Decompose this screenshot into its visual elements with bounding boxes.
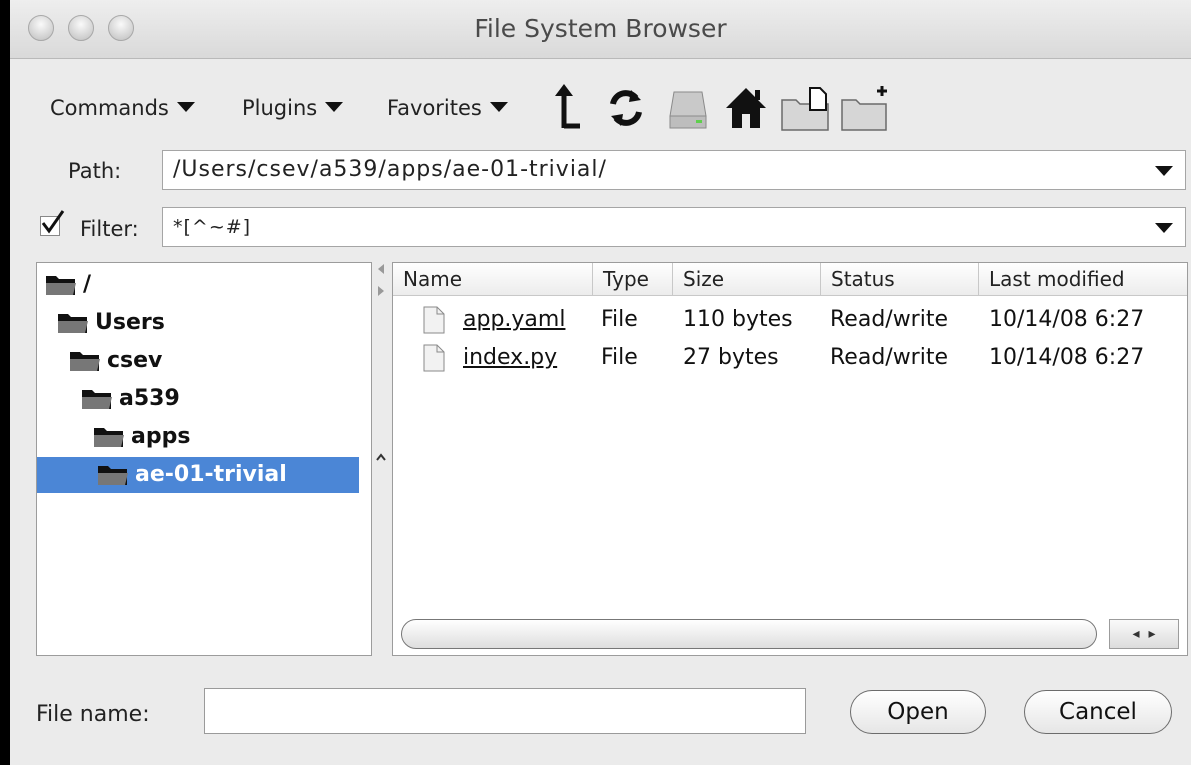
commands-menu[interactable]: Commands <box>50 96 195 120</box>
tree-item-label: Users <box>95 310 165 335</box>
table-row[interactable]: index.py File 27 bytes Read/write 10/14/… <box>393 339 1187 377</box>
file-size: 110 bytes <box>683 307 793 332</box>
file-name-label: File name: <box>36 702 150 727</box>
plugins-menu-label: Plugins <box>242 96 318 120</box>
file-table: Name Type Size Status Last modified app.… <box>392 262 1188 656</box>
folder-icon <box>70 352 100 371</box>
file-status: Read/write <box>830 345 949 370</box>
filter-value: *[^~#] <box>173 216 252 238</box>
filter-combobox[interactable]: *[^~#] <box>162 207 1186 247</box>
folder-icon <box>58 314 88 333</box>
window-title: File System Browser <box>474 14 727 43</box>
tree-item-label: apps <box>131 424 191 449</box>
plugins-menu[interactable]: Plugins <box>242 96 344 120</box>
folder-icon <box>98 466 128 485</box>
checkmark-icon <box>41 210 65 234</box>
file-status: Read/write <box>830 307 949 332</box>
title-bar[interactable]: File System Browser <box>10 0 1191 59</box>
file-size: 27 bytes <box>683 345 779 370</box>
chevron-down-icon[interactable] <box>1155 223 1173 233</box>
file-type: File <box>601 345 638 370</box>
drive-icon[interactable] <box>666 80 710 136</box>
new-file-icon[interactable] <box>780 80 832 136</box>
tree-item-apps[interactable]: apps <box>93 419 190 455</box>
scroll-right-icon[interactable]: ▸ <box>1148 626 1155 642</box>
favorites-menu-label: Favorites <box>387 96 482 120</box>
tree-item-a539[interactable]: a539 <box>81 381 180 417</box>
open-button[interactable]: Open <box>850 690 986 734</box>
file-name[interactable]: index.py <box>463 339 557 377</box>
column-header-name[interactable]: Name <box>393 263 593 295</box>
horizontal-scrollbar[interactable] <box>401 619 1097 649</box>
tree-item-users[interactable]: Users <box>57 305 165 341</box>
chevron-down-icon <box>489 102 508 112</box>
cancel-button[interactable]: Cancel <box>1024 690 1172 734</box>
file-type: File <box>601 307 638 332</box>
pane-splitter[interactable] <box>372 262 392 656</box>
filter-label: Filter: <box>80 217 139 241</box>
file-name-input[interactable] <box>204 688 806 734</box>
new-folder-icon[interactable] <box>840 80 892 136</box>
file-icon <box>423 306 445 334</box>
chevron-down-icon[interactable] <box>1155 166 1173 176</box>
folder-icon <box>82 390 112 409</box>
reload-icon[interactable] <box>606 80 646 136</box>
directory-tree: / Users csev a539 apps ae-01-trivial <box>36 262 372 656</box>
column-header-size[interactable]: Size <box>673 263 821 295</box>
filter-checkbox[interactable] <box>40 210 65 236</box>
path-value: /Users/csev/a539/apps/ae-01-trivial/ <box>173 157 607 182</box>
tree-item-root[interactable]: / <box>45 267 91 303</box>
tree-item-label: a539 <box>119 386 180 411</box>
file-system-browser-window: File System Browser Commands Plugins Fav… <box>10 0 1191 765</box>
tree-item-csev[interactable]: csev <box>69 343 162 379</box>
path-label: Path: <box>68 159 122 183</box>
commands-menu-label: Commands <box>50 96 169 120</box>
scroll-buttons[interactable]: ◂ ▸ <box>1109 619 1179 649</box>
column-header-last-modified[interactable]: Last modified <box>979 263 1187 295</box>
table-header: Name Type Size Status Last modified <box>393 263 1187 296</box>
folder-icon <box>46 276 76 295</box>
tree-item-ae-01-trivial[interactable]: ae-01-trivial <box>37 457 359 493</box>
tree-item-label: / <box>83 272 92 297</box>
chevron-down-icon <box>325 102 344 112</box>
favorites-menu[interactable]: Favorites <box>387 96 508 120</box>
toolbar: Commands Plugins Favorites <box>10 80 1191 140</box>
table-row[interactable]: app.yaml File 110 bytes Read/write 10/14… <box>393 301 1187 339</box>
column-header-type[interactable]: Type <box>593 263 673 295</box>
path-combobox[interactable]: /Users/csev/a539/apps/ae-01-trivial/ <box>162 150 1186 190</box>
tree-item-label: csev <box>107 348 163 373</box>
column-header-status[interactable]: Status <box>821 263 979 295</box>
collapse-arrows-icon[interactable] <box>372 262 392 302</box>
chevron-down-icon <box>176 102 195 112</box>
file-modified: 10/14/08 6:27 <box>989 307 1145 332</box>
folder-icon <box>94 428 124 447</box>
home-icon[interactable] <box>724 80 768 136</box>
file-modified: 10/14/08 6:27 <box>989 345 1145 370</box>
file-icon <box>423 344 445 372</box>
caret-up-icon <box>376 453 386 461</box>
file-name[interactable]: app.yaml <box>463 301 565 339</box>
parent-directory-icon[interactable] <box>552 80 586 136</box>
scroll-left-icon[interactable]: ◂ <box>1133 626 1140 642</box>
tree-item-label: ae-01-trivial <box>135 462 287 487</box>
